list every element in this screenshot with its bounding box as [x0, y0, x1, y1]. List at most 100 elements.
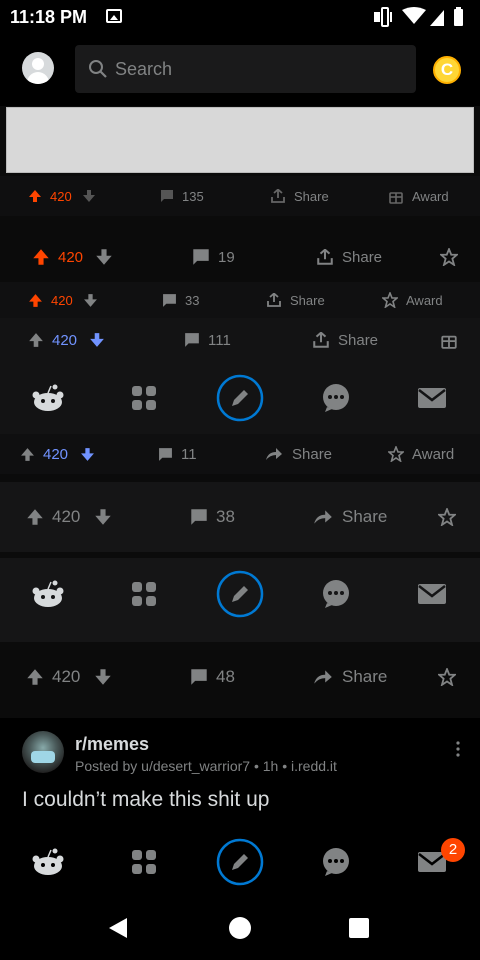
upvote-icon[interactable]: [26, 508, 44, 526]
upvote-icon[interactable]: [32, 248, 50, 266]
share-button[interactable]: Share: [312, 482, 387, 552]
post-title[interactable]: I couldn’t make this shit up: [22, 788, 269, 812]
comments-button[interactable]: 11: [158, 434, 197, 474]
create-post-icon: [216, 570, 264, 618]
vote-row: 420 48 Share: [0, 648, 480, 706]
chat-icon: [323, 384, 349, 412]
share-button[interactable]: Share: [312, 318, 378, 362]
comment-icon: [191, 509, 207, 525]
tab-chat[interactable]: [288, 558, 384, 630]
score: 420: [52, 667, 81, 686]
share-icon: [271, 189, 285, 203]
award-button[interactable]: Award: [382, 282, 443, 318]
award-button[interactable]: [438, 648, 456, 706]
tab-chat[interactable]: [288, 826, 384, 898]
award-label: Award: [412, 445, 455, 463]
comment-count: 11: [181, 445, 197, 463]
share-label: Share: [342, 667, 388, 686]
share-button[interactable]: Share: [264, 434, 332, 474]
back-icon: [109, 918, 127, 938]
tab-communities[interactable]: [96, 362, 192, 434]
downvote-icon[interactable]: [89, 332, 105, 348]
downvote-icon[interactable]: [83, 293, 98, 308]
share-button[interactable]: Share: [316, 236, 382, 278]
award-button[interactable]: [438, 482, 456, 552]
subreddit-name[interactable]: r/memes: [75, 734, 149, 755]
back-button[interactable]: [102, 912, 134, 944]
share-button[interactable]: Share: [270, 176, 329, 216]
score: 420: [43, 445, 69, 463]
comment-count: 135: [182, 188, 204, 204]
upvote-icon[interactable]: [28, 189, 42, 203]
vote-group: 420: [26, 482, 112, 552]
snoo-icon: [32, 580, 64, 607]
award-button[interactable]: [440, 236, 458, 278]
tab-inbox[interactable]: [384, 362, 480, 434]
share-icon: [314, 510, 332, 524]
downvote-icon[interactable]: [80, 447, 95, 462]
tab-chat[interactable]: [288, 362, 384, 434]
comments-button[interactable]: 19: [192, 236, 235, 278]
upvote-icon[interactable]: [28, 332, 44, 348]
comment-icon: [161, 190, 173, 202]
create-post-icon: [216, 374, 264, 422]
tab-create-post[interactable]: [192, 826, 288, 898]
share-button[interactable]: Share: [312, 648, 387, 706]
vote-row: 420 11 Share Award: [0, 434, 480, 474]
inbox-badge: 2: [441, 838, 465, 862]
upvote-icon[interactable]: [28, 293, 43, 308]
tab-home[interactable]: [0, 826, 96, 898]
comments-button[interactable]: 111: [184, 318, 231, 362]
award-button[interactable]: Award: [388, 434, 454, 474]
upvote-icon[interactable]: [26, 668, 44, 686]
recents-icon: [349, 918, 369, 938]
downvote-icon[interactable]: [95, 248, 113, 266]
tab-inbox[interactable]: [384, 558, 480, 630]
coins-button[interactable]: C: [433, 56, 461, 84]
tab-communities[interactable]: [96, 558, 192, 630]
snoo-icon: [32, 848, 64, 875]
kebab-icon[interactable]: [455, 740, 461, 758]
score: 420: [58, 248, 84, 266]
tab-communities[interactable]: [96, 826, 192, 898]
downvote-icon[interactable]: [82, 189, 96, 203]
comment-count: 19: [218, 248, 235, 266]
award-button[interactable]: Award: [388, 176, 449, 216]
score: 420: [52, 507, 81, 526]
system-status-icons: [374, 7, 463, 27]
tab-create-post[interactable]: [192, 558, 288, 630]
recents-button[interactable]: [343, 912, 375, 944]
post-card[interactable]: [0, 718, 480, 836]
share-icon: [267, 293, 281, 307]
award-label: Award: [406, 292, 443, 308]
comments-button[interactable]: 135: [160, 176, 204, 216]
comments-button[interactable]: 33: [162, 282, 199, 318]
tab-home[interactable]: [0, 362, 96, 434]
subreddit-avatar[interactable]: [22, 731, 64, 773]
search-input[interactable]: [115, 55, 395, 83]
user-avatar-button[interactable]: [22, 52, 54, 84]
tab-inbox[interactable]: [384, 826, 480, 898]
award-button[interactable]: [440, 318, 458, 362]
vote-group: 420: [20, 434, 95, 474]
upvote-icon[interactable]: [20, 447, 35, 462]
home-nav-icon: [229, 917, 251, 939]
comment-count: 38: [216, 507, 235, 526]
share-button[interactable]: Share: [266, 282, 325, 318]
chat-icon: [323, 848, 349, 876]
award-icon: [441, 335, 457, 349]
mail-icon: [418, 584, 446, 604]
search-bar[interactable]: [75, 45, 416, 93]
comment-icon: [191, 669, 207, 685]
tab-home[interactable]: [0, 558, 96, 630]
vote-group: 420: [28, 176, 96, 216]
downvote-icon[interactable]: [94, 508, 112, 526]
comments-button[interactable]: 38: [190, 482, 235, 552]
system-nav-bar: [0, 896, 480, 960]
comments-button[interactable]: 48: [190, 648, 235, 706]
home-button[interactable]: [224, 912, 256, 944]
tab-create-post[interactable]: [192, 362, 288, 434]
downvote-icon[interactable]: [94, 668, 112, 686]
post-meta: Posted by u/desert_warrior7 • 1h • i.red…: [75, 758, 337, 774]
post-image-thumbnail[interactable]: [6, 107, 474, 173]
